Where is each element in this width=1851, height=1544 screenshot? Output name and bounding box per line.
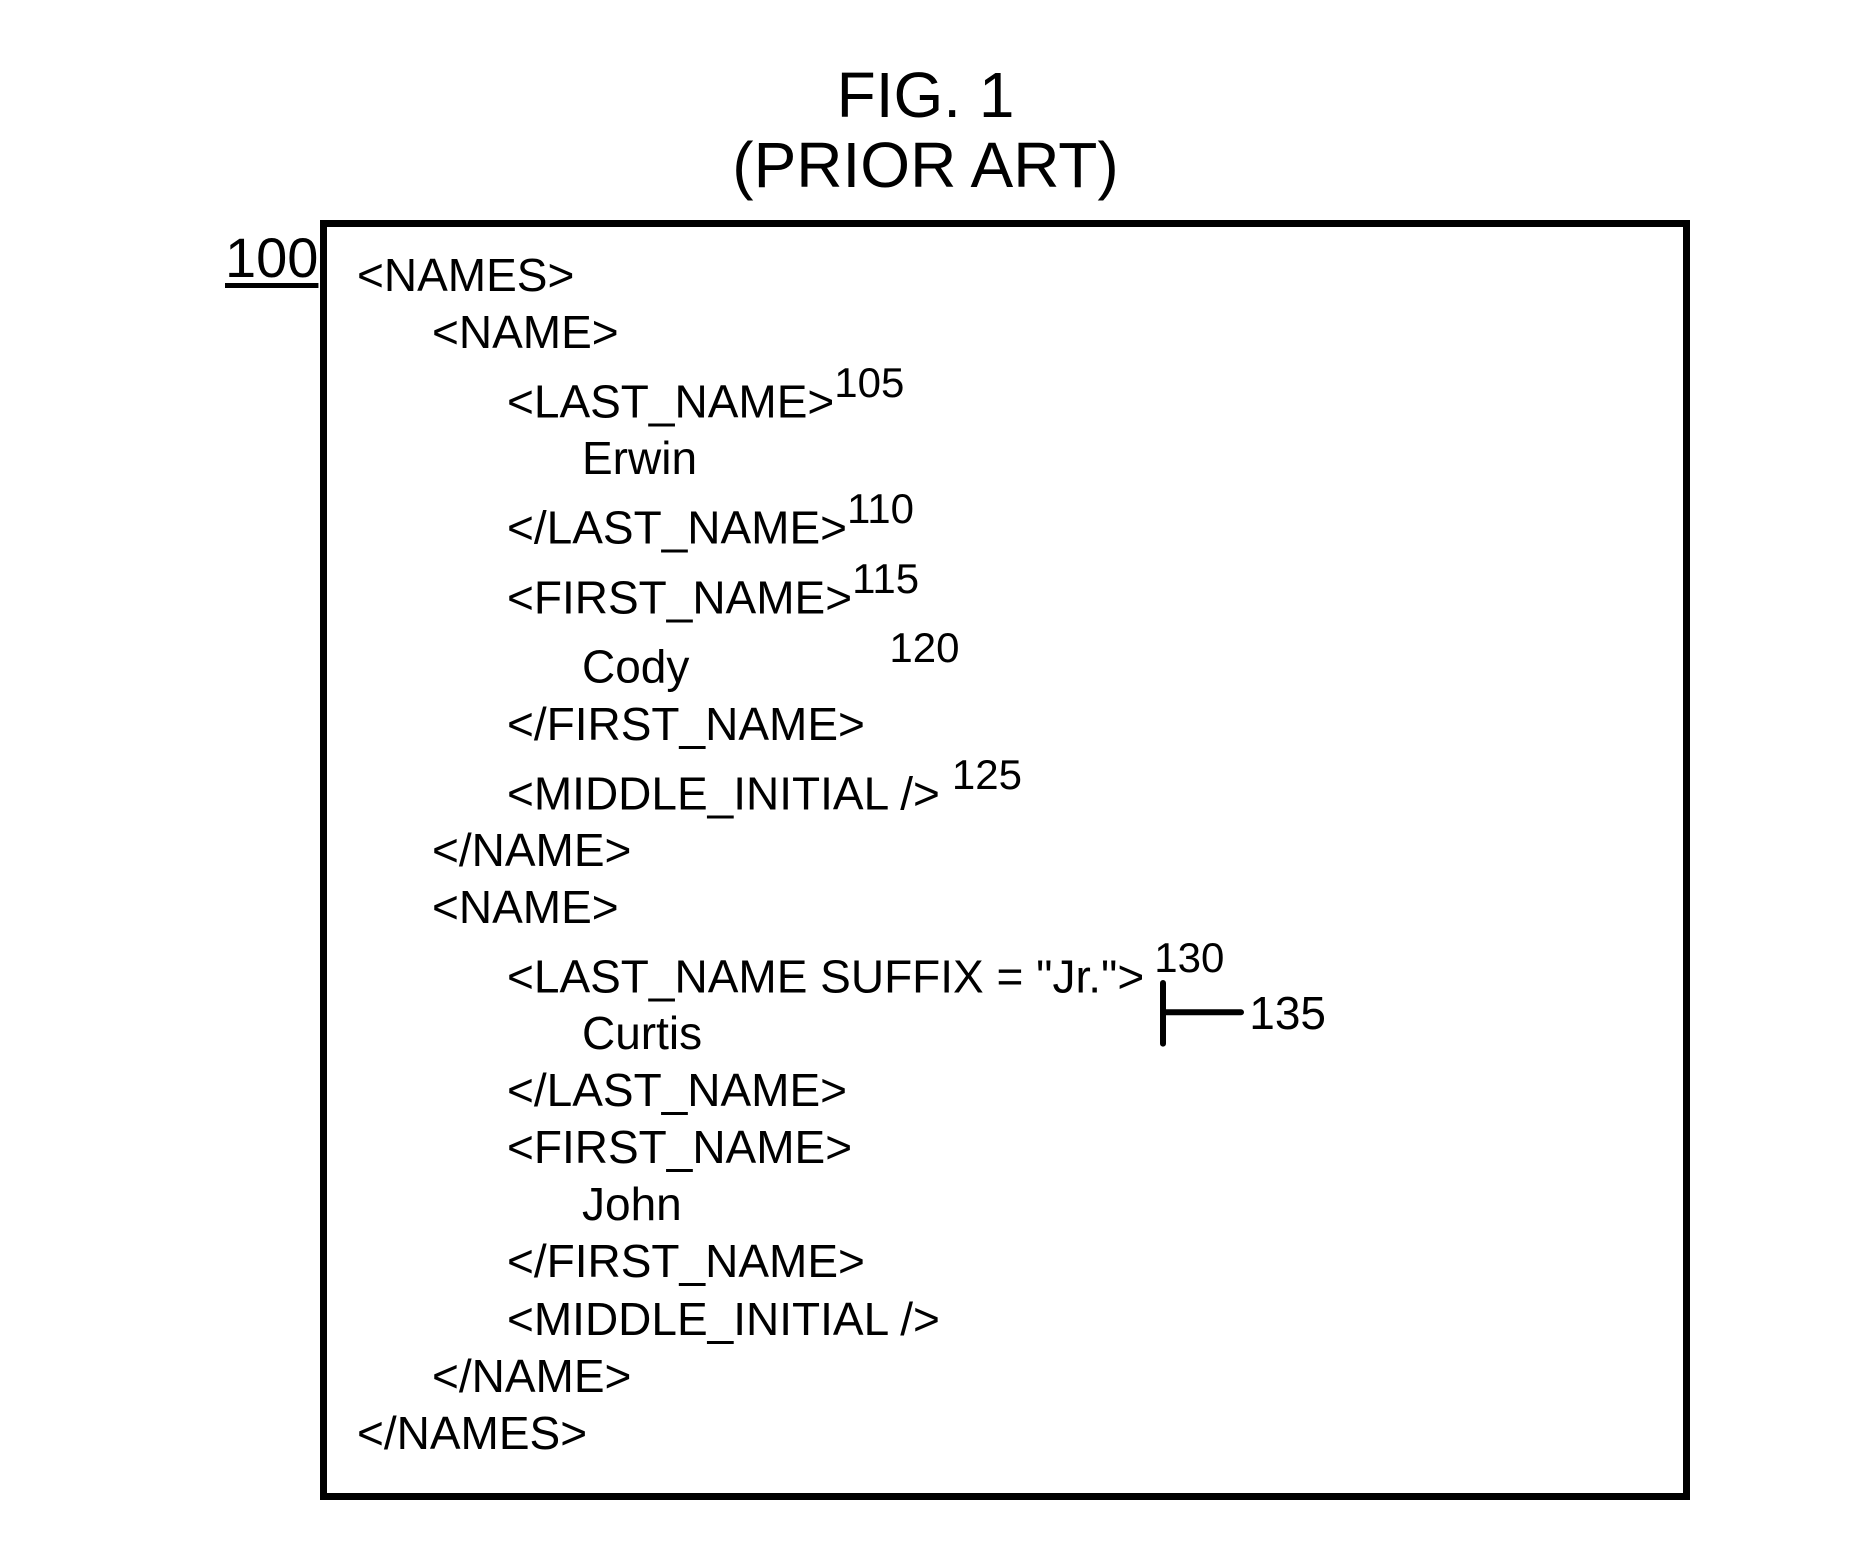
tag-firstname-close-2: </FIRST_NAME> — [357, 1233, 1224, 1290]
ref-125: 125 — [952, 751, 1022, 798]
value-cody: Cody 120 — [357, 626, 1224, 695]
tag-name-close-2: </NAME> — [357, 1348, 1224, 1405]
tag-middle-initial-1: <MIDDLE_INITIAL /> 125 — [357, 753, 1224, 822]
tag-lastname-close-2: </LAST_NAME> — [357, 1062, 1224, 1119]
tag-lastname-close-1: </LAST_NAME>110 — [357, 487, 1224, 556]
figure-title: FIG. 1 (PRIOR ART) — [0, 60, 1851, 201]
figure-page: FIG. 1 (PRIOR ART) 100 <NAMES> <NAME> <L… — [0, 0, 1851, 1544]
xml-code: <NAMES> <NAME> <LAST_NAME>105 Erwin </LA… — [357, 247, 1224, 1462]
ref-130: 130 — [1154, 934, 1224, 981]
tag-text: <FIRST_NAME> — [507, 571, 852, 623]
value-erwin: Erwin — [357, 430, 1224, 487]
tag-name-close-1: </NAME> — [357, 822, 1224, 879]
tag-text: <MIDDLE_INITIAL /> — [507, 767, 940, 819]
ref-120: 120 — [889, 624, 959, 671]
value-text: Cody — [582, 641, 689, 693]
tag-middle-initial-2: <MIDDLE_INITIAL /> — [357, 1291, 1224, 1348]
figure-subtitle: (PRIOR ART) — [0, 130, 1851, 200]
ref-100: 100 — [225, 225, 318, 290]
ref-110: 110 — [847, 485, 914, 532]
tag-name-open-2: <NAME> — [357, 879, 1224, 936]
tag-text: </LAST_NAME> — [507, 502, 847, 554]
tag-name-open-1: <NAME> — [357, 304, 1224, 361]
tag-firstname-open-1: <FIRST_NAME>115 — [357, 557, 1224, 626]
tag-firstname-close-1: </FIRST_NAME> — [357, 696, 1224, 753]
tag-names-close: </NAMES> — [357, 1405, 1224, 1462]
figure-number: FIG. 1 — [0, 60, 1851, 130]
tag-lastname-open-2-suffix: <LAST_NAME SUFFIX = "Jr.">130 — [357, 936, 1224, 1005]
tag-text: <LAST_NAME SUFFIX = "Jr."> — [507, 950, 1144, 1002]
xml-box: <NAMES> <NAME> <LAST_NAME>105 Erwin </LA… — [320, 220, 1690, 1500]
tag-text: <LAST_NAME> — [507, 375, 834, 427]
tag-lastname-open-1: <LAST_NAME>105 — [357, 361, 1224, 430]
value-curtis: Curtis — [357, 1005, 1224, 1062]
tag-firstname-open-2: <FIRST_NAME> — [357, 1119, 1224, 1176]
ref-135: 135 — [1249, 986, 1326, 1040]
tag-names-open: <NAMES> — [357, 247, 1224, 304]
ref-105: 105 — [834, 359, 904, 406]
value-john: John — [357, 1176, 1224, 1233]
ref-115: 115 — [852, 555, 919, 602]
